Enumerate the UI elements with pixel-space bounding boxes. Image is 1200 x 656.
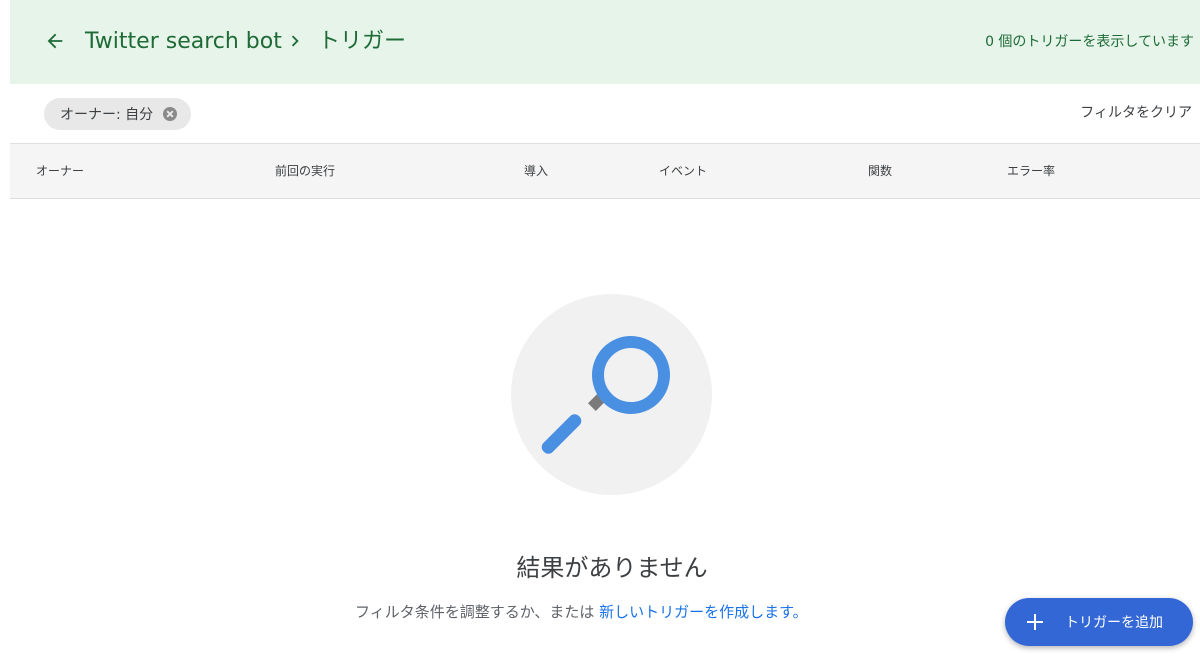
clear-filter-button[interactable]: フィルタをクリア — [1080, 84, 1192, 143]
breadcrumb-project[interactable]: Twitter search bot — [85, 0, 282, 84]
create-trigger-link[interactable]: 新しいトリガーを作成します。 — [599, 603, 808, 621]
column-header-owner[interactable]: オーナー — [36, 144, 84, 198]
triggers-page: Twitter search bot トリガー 0 個のトリガーを表示しています… — [0, 0, 1200, 656]
column-header-last-run[interactable]: 前回の実行 — [275, 144, 335, 198]
empty-state-title: 結果がありません — [516, 554, 708, 582]
breadcrumb-current: トリガー — [318, 29, 407, 54]
empty-state-description-text: フィルタ条件を調整するか、または — [355, 603, 600, 621]
table-header: オーナー 前回の実行 導入 イベント 関数 エラー率 — [10, 144, 1200, 199]
add-trigger-button[interactable]: トリガーを追加 — [1005, 598, 1193, 646]
chevron-right-icon — [291, 35, 299, 47]
arrow-back-icon — [47, 33, 63, 49]
column-header-deployment[interactable]: 導入 — [524, 144, 548, 198]
column-header-error-rate[interactable]: エラー率 — [1007, 144, 1055, 198]
back-button[interactable] — [40, 26, 70, 56]
column-header-event[interactable]: イベント — [659, 144, 707, 198]
add-trigger-label: トリガーを追加 — [1065, 615, 1163, 631]
empty-state-illustration — [511, 294, 712, 495]
column-header-function[interactable]: 関数 — [868, 144, 892, 198]
empty-state-description: フィルタ条件を調整するか、または 新しいトリガーを作成します。 — [355, 601, 808, 622]
cancel-icon[interactable] — [163, 107, 178, 121]
trigger-count-text: 0 個のトリガーを表示しています — [985, 34, 1194, 50]
filter-bar: オーナー: 自分 フィルタをクリア — [10, 84, 1200, 144]
chip-label: オーナー: 自分 — [60, 107, 154, 123]
owner-filter-chip[interactable]: オーナー: 自分 — [44, 98, 192, 130]
page-header: Twitter search bot トリガー 0 個のトリガーを表示しています — [10, 0, 1200, 84]
plus-icon — [1027, 614, 1043, 630]
magnifier-icon — [541, 336, 670, 454]
